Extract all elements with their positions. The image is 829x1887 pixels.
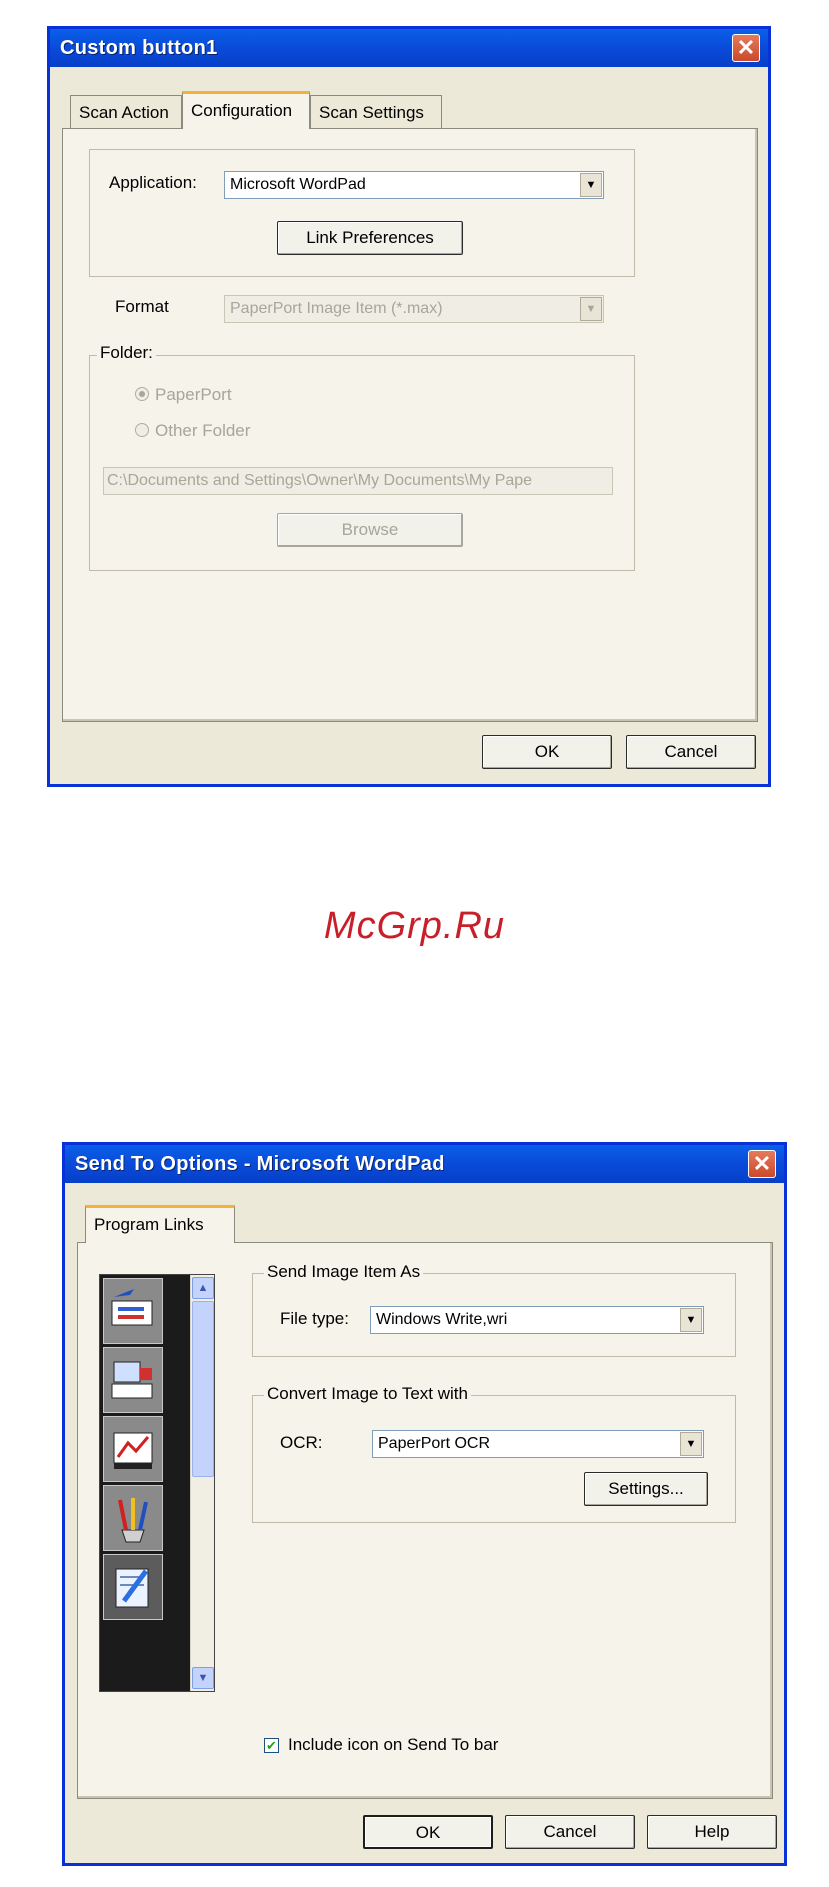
help-button[interactable]: Help [647, 1815, 777, 1849]
tab-program-links[interactable]: Program Links [85, 1205, 235, 1243]
cancel-button[interactable]: Cancel [505, 1815, 635, 1849]
custom-button-dialog: Custom button1 ✕ Scan Action Configurati… [47, 26, 771, 787]
tab-scan-action[interactable]: Scan Action [70, 95, 182, 129]
send-image-legend: Send Image Item As [264, 1262, 424, 1282]
dialog-title-bar: Send To Options - Microsoft WordPad ✕ [65, 1145, 784, 1183]
application-value: Microsoft WordPad [230, 176, 366, 193]
folder-path-field[interactable]: C:\Documents and Settings\Owner\My Docum… [103, 467, 613, 495]
dialog-title-bar: Custom button1 ✕ [50, 29, 768, 67]
send-to-options-dialog: Send To Options - Microsoft WordPad ✕ Pr… [62, 1142, 787, 1866]
scanner-icon [111, 1289, 153, 1326]
program-item-chart-icon[interactable] [103, 1416, 163, 1482]
ocr-value: PaperPort OCR [378, 1435, 491, 1452]
dialog-title: Send To Options - Microsoft WordPad [75, 1153, 445, 1175]
format-select[interactable]: PaperPort Image Item (*.max) ▼ [224, 295, 604, 323]
radio-other-folder-label: Other Folder [155, 421, 251, 440]
program-links-panel: ▲ ▼ Send Image Item As File type: Window… [77, 1242, 773, 1799]
radio-paperport-label: PaperPort [155, 385, 232, 404]
scroll-up-icon[interactable]: ▲ [192, 1277, 214, 1299]
convert-legend: Convert Image to Text with [264, 1384, 471, 1404]
application-select[interactable]: Microsoft WordPad ▼ [224, 171, 604, 199]
application-label: Application: [109, 173, 197, 192]
application-group [89, 149, 635, 277]
ocr-select[interactable]: PaperPort OCR ▼ [372, 1430, 704, 1458]
settings-button[interactable]: Settings... [584, 1472, 708, 1506]
file-type-value: Windows Write,wri [376, 1311, 508, 1328]
fax-icon [111, 1361, 153, 1399]
scroll-down-icon[interactable]: ▼ [192, 1667, 214, 1689]
chart-app-icon [113, 1432, 153, 1469]
configuration-panel: Application: Microsoft WordPad ▼ Link Pr… [62, 128, 758, 722]
chevron-down-icon[interactable]: ▼ [680, 1432, 702, 1456]
program-item-scan-icon[interactable] [103, 1278, 163, 1344]
file-type-label: File type: [280, 1309, 349, 1328]
watermark-text: McGrp.Ru [323, 905, 506, 947]
radio-other-folder[interactable]: Other Folder [135, 421, 250, 441]
cancel-button[interactable]: Cancel [626, 735, 756, 769]
paint-brushes-icon [118, 1498, 148, 1543]
format-value: PaperPort Image Item (*.max) [230, 300, 443, 317]
format-label: Format [115, 297, 169, 316]
folder-legend: Folder: [97, 343, 156, 363]
radio-unselected-icon [135, 423, 149, 437]
dialog-title: Custom button1 [60, 37, 218, 59]
program-item-wordpad-icon[interactable] [103, 1554, 163, 1620]
browse-button[interactable]: Browse [277, 513, 463, 547]
ok-button[interactable]: OK [482, 735, 612, 769]
wordpad-icon [115, 1568, 149, 1608]
close-icon[interactable]: ✕ [748, 1150, 776, 1178]
chevron-down-icon[interactable]: ▼ [580, 173, 602, 197]
ok-button[interactable]: OK [363, 1815, 493, 1849]
program-item-fax-icon[interactable] [103, 1347, 163, 1413]
link-preferences-button[interactable]: Link Preferences [277, 221, 463, 255]
program-item-paint-icon[interactable] [103, 1485, 163, 1551]
chevron-down-icon[interactable]: ▼ [580, 297, 602, 321]
scrollbar-thumb[interactable] [192, 1301, 214, 1477]
close-icon[interactable]: ✕ [732, 34, 760, 62]
include-icon-label: Include icon on Send To bar [288, 1735, 499, 1754]
tab-scan-settings[interactable]: Scan Settings [310, 95, 442, 129]
program-list-scrollbar[interactable]: ▲ ▼ [190, 1275, 214, 1691]
include-icon-checkbox[interactable]: ✔ [264, 1738, 279, 1753]
program-list: ▲ ▼ [99, 1274, 215, 1692]
chevron-down-icon[interactable]: ▼ [680, 1308, 702, 1332]
tab-configuration[interactable]: Configuration [182, 91, 310, 129]
radio-selected-icon [135, 387, 149, 401]
radio-paperport[interactable]: PaperPort [135, 385, 232, 405]
ocr-label: OCR: [280, 1433, 323, 1452]
file-type-select[interactable]: Windows Write,wri ▼ [370, 1306, 704, 1334]
